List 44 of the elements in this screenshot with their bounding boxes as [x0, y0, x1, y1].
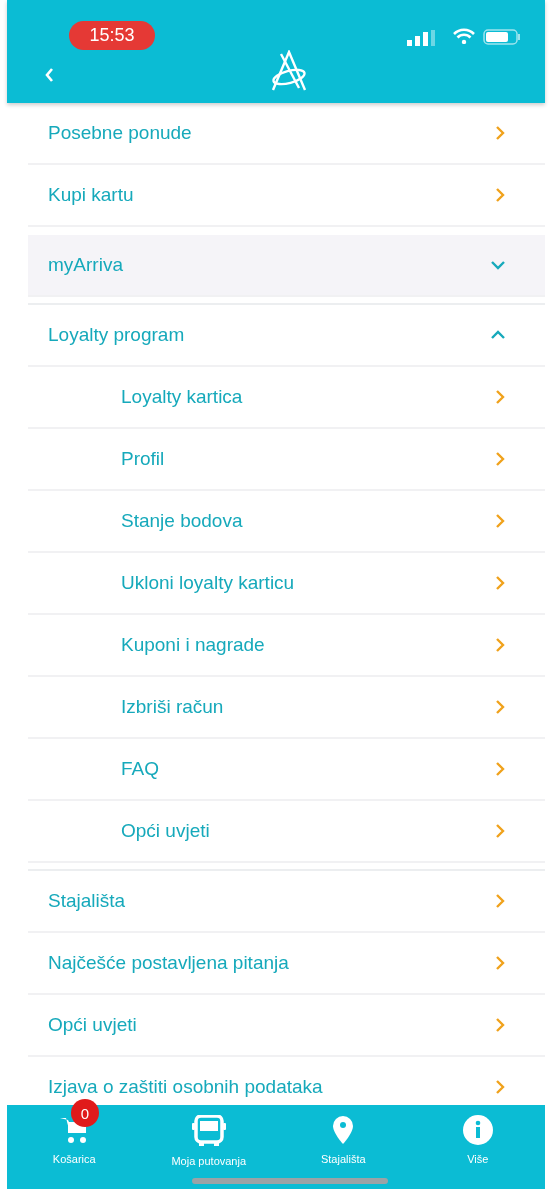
back-icon[interactable]: [43, 66, 55, 84]
signal-icon: [407, 30, 437, 46]
chevron-right-icon: [495, 762, 505, 776]
chevron-right-icon: [495, 824, 505, 838]
menu-item[interactable]: Opći uvjeti: [28, 801, 545, 863]
tab-item[interactable]: Stajališta: [276, 1105, 411, 1189]
menu-item[interactable]: Posebne ponude: [28, 103, 545, 165]
menu-item[interactable]: Kupi kartu: [28, 165, 545, 227]
menu-item[interactable]: Stanje bodova: [28, 491, 545, 553]
menu-item[interactable]: Stajališta: [28, 871, 545, 933]
menu-item[interactable]: Loyalty kartica: [28, 367, 545, 429]
location-pin-icon: [332, 1115, 355, 1145]
tab-item[interactable]: Više: [410, 1105, 545, 1189]
menu-item[interactable]: Ukloni loyalty karticu: [28, 553, 545, 615]
tab-item[interactable]: Moja putovanja: [141, 1105, 276, 1189]
wifi-icon: [453, 28, 475, 44]
menu-item[interactable]: Opći uvjeti: [28, 995, 545, 1057]
menu-item[interactable]: Izbriši račun: [28, 677, 545, 739]
chevron-right-icon: [495, 188, 505, 202]
chevron-right-icon: [495, 514, 505, 528]
chevron-right-icon: [495, 452, 505, 466]
menu-item[interactable]: Profil: [28, 429, 545, 491]
chevron-right-icon: [495, 956, 505, 970]
chevron-right-icon: [495, 576, 505, 590]
logo-icon: [269, 50, 309, 92]
menu-item[interactable]: Loyalty program: [28, 305, 545, 367]
chevron-right-icon: [495, 126, 505, 140]
menu-item[interactable]: Najčešće postavljena pitanja: [28, 933, 545, 995]
menu-item[interactable]: Kuponi i nagrade: [28, 615, 545, 677]
chevron-right-icon: [495, 638, 505, 652]
chevron-right-icon: [495, 894, 505, 908]
chevron-right-icon: [495, 390, 505, 404]
menu-item[interactable]: FAQ: [28, 739, 545, 801]
chevron-right-icon: [495, 1080, 505, 1094]
battery-icon: [483, 29, 521, 45]
chevron-down-icon: [491, 260, 505, 270]
chevron-right-icon: [495, 1018, 505, 1032]
bus-icon: [190, 1115, 227, 1147]
chevron-up-icon: [491, 330, 505, 340]
status-time: 15:53: [69, 21, 155, 50]
info-icon: [462, 1115, 493, 1145]
menu-item[interactable]: myArriva: [28, 235, 545, 297]
cart-count-badge: 0: [71, 1099, 99, 1127]
chevron-right-icon: [495, 700, 505, 714]
